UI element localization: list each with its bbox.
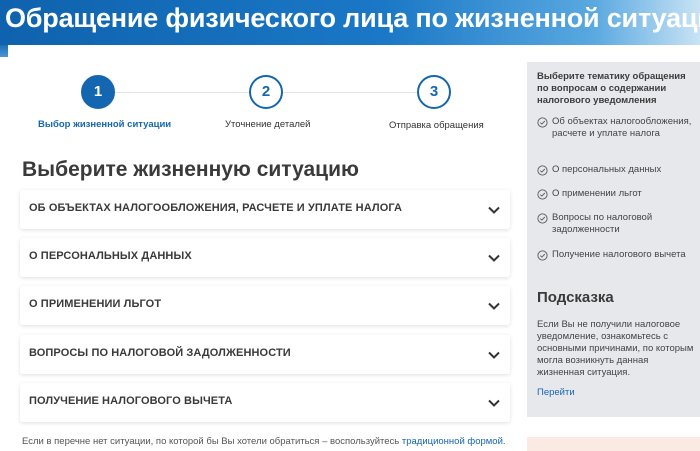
side-item-label: О персональных данных bbox=[552, 164, 662, 175]
accordion-item-tax-objects[interactable]: ОБ ОБЪЕКТАХ НАЛОГООБЛОЖЕНИЯ, РАСЧЕТЕ И У… bbox=[20, 190, 510, 229]
section-heading: Выберите жизненную ситуацию bbox=[22, 158, 359, 181]
check-circle-icon bbox=[537, 250, 548, 261]
step-1-label: Выбор жизненной ситуации bbox=[38, 119, 172, 130]
page-title: Обращение физического лица по жизненной … bbox=[5, 3, 700, 33]
check-circle-icon bbox=[537, 165, 548, 176]
step-3-label: Отправка обращения bbox=[389, 120, 484, 131]
hint-text: Если Вы не получили налоговое уведомлени… bbox=[537, 319, 694, 378]
chevron-down-icon bbox=[488, 206, 500, 214]
step-connector bbox=[115, 92, 249, 93]
step-connector bbox=[283, 92, 417, 93]
step-3-circle[interactable]: 3 bbox=[417, 75, 451, 109]
page-header: Обращение физического лица по жизненной … bbox=[0, 0, 700, 45]
step-2-circle[interactable]: 2 bbox=[249, 75, 283, 109]
chevron-down-icon bbox=[488, 399, 500, 407]
chevron-down-icon bbox=[488, 302, 500, 310]
footer-note: Если в перечне нет ситуации, по которой … bbox=[22, 436, 506, 447]
hint-link[interactable]: Перейти bbox=[537, 387, 575, 398]
side-item-label: О применении льгот bbox=[552, 188, 642, 199]
accordion-item-personal-data[interactable]: О ПЕРСОНАЛЬНЫХ ДАННЫХ bbox=[20, 238, 510, 277]
chevron-down-icon bbox=[488, 254, 500, 262]
accordion-item-tax-deduction[interactable]: ПОЛУЧЕНИЕ НАЛОГОВОГО ВЫЧЕТА bbox=[20, 383, 510, 422]
header-decoration bbox=[0, 45, 8, 57]
check-circle-icon bbox=[537, 117, 548, 128]
footer-note-text: Если в перечне нет ситуации, по которой … bbox=[22, 436, 402, 447]
hint-title: Подсказка bbox=[537, 289, 614, 306]
side-item-label: Вопросы по налоговой задолженности bbox=[552, 212, 653, 235]
side-item-label: Об объектах налогообложения, расчете и у… bbox=[552, 116, 692, 139]
side-panel-bottom bbox=[527, 437, 700, 451]
step-1-circle[interactable]: 1 bbox=[81, 75, 115, 109]
traditional-form-link[interactable]: традиционной формой bbox=[402, 436, 503, 447]
accordion-item-label: О ПЕРСОНАЛЬНЫХ ДАННЫХ bbox=[29, 250, 192, 262]
side-item-label: Получение налогового вычета bbox=[552, 249, 686, 260]
side-panel: Выберите тематику обращения по вопросам … bbox=[527, 62, 700, 417]
accordion-item-label: ОБ ОБЪЕКТАХ НАЛОГООБЛОЖЕНИЯ, РАСЧЕТЕ И У… bbox=[29, 202, 403, 214]
accordion-item-label: О ПРИМЕНЕНИИ ЛЬГОТ bbox=[29, 298, 162, 310]
step-2-label: Уточнение деталей bbox=[225, 119, 311, 130]
footer-note-end: . bbox=[502, 436, 506, 447]
chevron-down-icon bbox=[488, 351, 500, 359]
check-circle-icon bbox=[537, 189, 548, 200]
side-panel-intro: Выберите тематику обращения по вопросам … bbox=[537, 71, 686, 106]
accordion-item-label: ВОПРОСЫ ПО НАЛОГОВОЙ ЗАДОЛЖЕННОСТИ bbox=[29, 347, 291, 359]
accordion-item-tax-debt[interactable]: ВОПРОСЫ ПО НАЛОГОВОЙ ЗАДОЛЖЕННОСТИ bbox=[20, 335, 510, 374]
accordion-item-benefits[interactable]: О ПРИМЕНЕНИИ ЛЬГОТ bbox=[20, 286, 510, 325]
check-circle-icon bbox=[537, 213, 548, 224]
accordion-item-label: ПОЛУЧЕНИЕ НАЛОГОВОГО ВЫЧЕТА bbox=[29, 395, 233, 407]
